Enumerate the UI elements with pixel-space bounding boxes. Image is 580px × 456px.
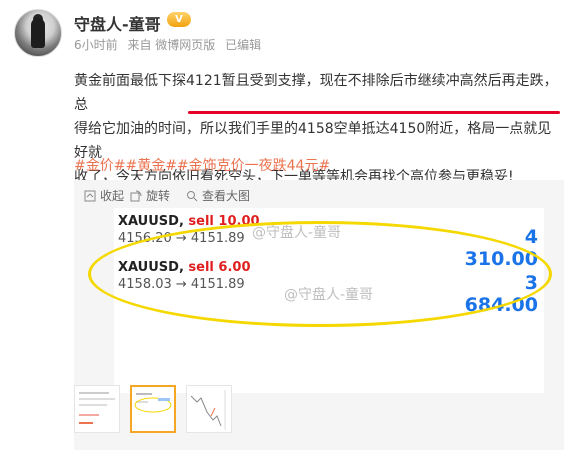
thumbnail-2[interactable]	[130, 385, 176, 433]
trade-profit: 3 684.00	[464, 272, 538, 316]
magnify-icon	[187, 190, 198, 201]
post-meta: 6小时前 来自 微博网页版 已编辑	[74, 36, 267, 53]
red-underline-annotation	[188, 111, 560, 114]
trade-side: sell 6.00	[188, 260, 251, 275]
thumbnail-3[interactable]	[186, 385, 232, 433]
trade-profit: 4 310.00	[464, 226, 538, 270]
trade-prices: 4156.20 → 4151.89	[118, 231, 245, 246]
post-hashtags[interactable]: #金价##黄金##金饰克价一夜跌44元#	[74, 155, 330, 175]
trade-symbol: XAUUSD,	[118, 260, 184, 275]
edited-label[interactable]: 已编辑	[225, 38, 261, 52]
watermark-text: @守盘人-童哥	[252, 225, 342, 241]
collapse-icon	[84, 190, 96, 201]
watermark-text: @守盘人-童哥	[284, 287, 374, 303]
trade-symbol: XAUUSD,	[118, 214, 184, 229]
post-time[interactable]: 6小时前	[74, 38, 118, 52]
rotate-label: 旋转	[146, 189, 171, 203]
trade-row: XAUUSD, sell 6.00 4158.03 → 4151.89	[118, 260, 251, 292]
thumbnail-strip	[74, 385, 564, 440]
post-header: 守盘人-童哥 V 6小时前 来自 微博网页版 已编辑	[0, 0, 580, 64]
rotate-icon	[130, 190, 142, 201]
view-large-button[interactable]: 查看大图	[186, 187, 250, 204]
trade-screenshot-image[interactable]: XAUUSD, sell 10.00 4156.20 → 4151.89 4 3…	[88, 208, 552, 393]
post-text-line: 黄金前面最低下探4121暂且受到支撑，现在不排除后市继续冲高然后再走跌，总	[74, 73, 558, 113]
vip-badge-icon[interactable]: V	[167, 12, 191, 27]
view-large-label: 查看大图	[202, 189, 251, 203]
avatar[interactable]	[14, 9, 62, 57]
thumbnail-chart-preview	[190, 390, 226, 430]
trade-prices: 4158.03 → 4151.89	[118, 277, 245, 292]
media-toolbar: 收起 旋转 查看大图	[74, 180, 564, 208]
post-source: 来自 微博网页版	[127, 38, 216, 52]
thumbnail-preview	[79, 392, 115, 424]
username-link[interactable]: 守盘人-童哥	[74, 11, 161, 35]
collect-button[interactable]: 收起	[84, 187, 124, 204]
trade-side: sell 10.00	[188, 214, 260, 229]
rotate-button[interactable]: 旋转	[130, 187, 170, 204]
avatar-figure-body	[31, 18, 45, 48]
trade-row: XAUUSD, sell 10.00 4156.20 → 4151.89	[118, 214, 260, 246]
thumbnail-preview	[134, 393, 172, 413]
thumbnail-1[interactable]	[74, 385, 120, 433]
media-panel: 收起 旋转 查看大图 XAUUSD, sell 10.00 4156.20 → …	[74, 180, 564, 450]
collect-label: 收起	[100, 189, 125, 203]
